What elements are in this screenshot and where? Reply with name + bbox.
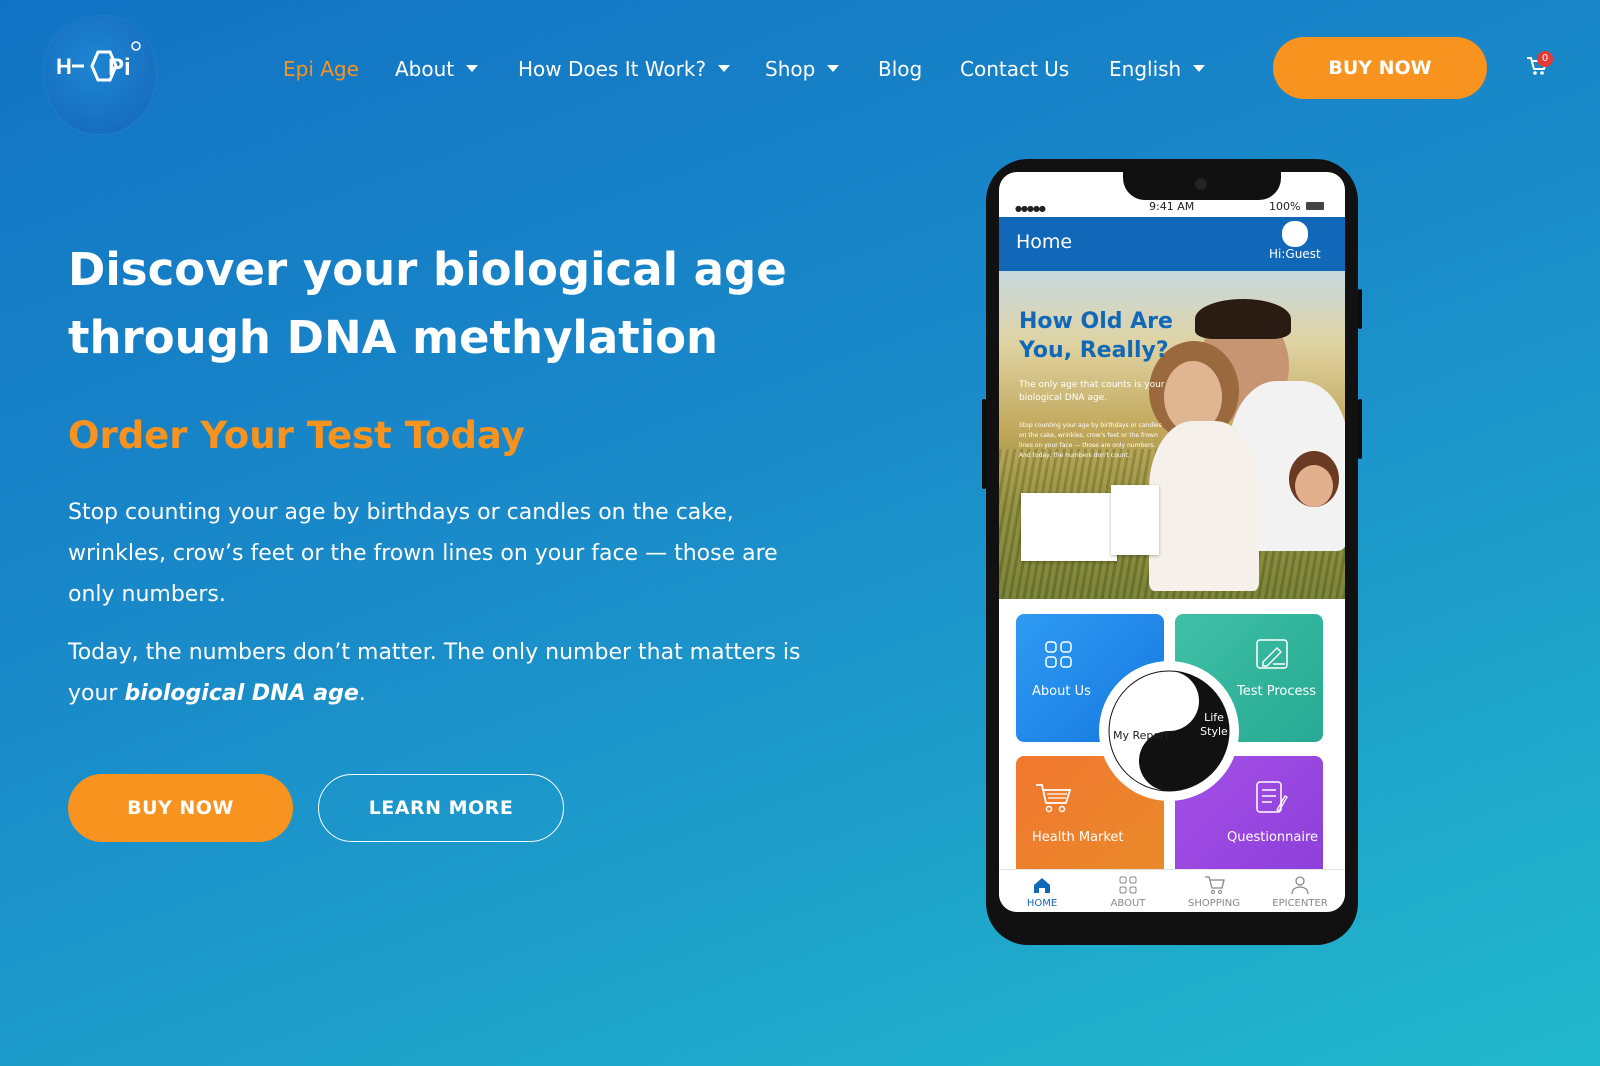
- grid-icon: [1119, 876, 1137, 894]
- hero-paragraph-1: Stop counting your age by birthdays or c…: [68, 500, 778, 607]
- tile-test-process-label: Test Process: [1237, 684, 1317, 699]
- guest-label: Hi:Guest: [1269, 247, 1321, 261]
- hero-subtitle: Order Your Test Today: [68, 414, 525, 457]
- phone-notch: [1123, 172, 1281, 200]
- banner-title: How Old Are You, Really?: [1019, 309, 1173, 363]
- nav-language[interactable]: English: [1109, 50, 1206, 88]
- my-report-label: My Report: [1113, 729, 1169, 742]
- life-style-label: Life Style: [1200, 711, 1228, 738]
- tab-epicenter[interactable]: EPICENTER: [1257, 870, 1343, 912]
- hero-buy-now-button[interactable]: BUY NOW: [68, 774, 293, 842]
- site-logo[interactable]: H Pi: [44, 16, 156, 134]
- user-avatar-icon[interactable]: [1282, 221, 1308, 247]
- hero-learn-more-button[interactable]: LEARN MORE: [318, 774, 564, 842]
- nav-how-it-works[interactable]: How Does It Work?: [518, 50, 731, 88]
- biological-dna-age-emphasis: biological DNA age: [124, 681, 359, 706]
- nav-contact-us[interactable]: Contact Us: [960, 50, 1069, 88]
- report-document-image: [1111, 485, 1159, 555]
- phone-screen: ●●●●● 9:41 AM 100% Home Hi:Guest How Old…: [999, 172, 1345, 912]
- chevron-down-icon: [718, 65, 731, 72]
- battery-icon: [1306, 202, 1324, 210]
- tile-about-us-label: About Us: [1032, 684, 1091, 699]
- nav-blog[interactable]: Blog: [878, 50, 922, 88]
- my-report-lifestyle-center[interactable]: My Report Life Style: [1099, 661, 1239, 801]
- banner-subtitle: The only age that counts is your biologi…: [1019, 380, 1165, 403]
- app-title: Home: [1016, 231, 1073, 253]
- hero-title: Discover your biological age through DNA…: [68, 243, 787, 364]
- banner-body: Stop counting your age by birthdays or c…: [1019, 422, 1162, 459]
- grid-icon: [1045, 641, 1072, 668]
- signal-icon: ●●●●●: [1015, 204, 1046, 213]
- phone-side-button: [1358, 399, 1362, 459]
- app-tile-grid: About Us Test Process Health Market Ques…: [999, 599, 1345, 884]
- cart-count-badge: 0: [1537, 51, 1553, 67]
- app-tab-bar: HOME ABOUT SHOPPING EPICENTER: [999, 869, 1345, 912]
- svg-text:H: H: [56, 54, 72, 79]
- questionnaire-icon: [1256, 781, 1288, 813]
- report-document-image: [1021, 493, 1117, 561]
- chevron-down-icon: [827, 65, 840, 72]
- tab-about[interactable]: ABOUT: [1085, 870, 1171, 912]
- hero-paragraph-2: Today, the numbers don’t matter. The onl…: [68, 640, 801, 706]
- status-time: 9:41 AM: [1149, 200, 1195, 213]
- user-icon: [1291, 876, 1309, 895]
- shopping-cart-icon: [1036, 784, 1072, 813]
- tile-health-market-label: Health Market: [1032, 830, 1124, 845]
- tab-shopping[interactable]: SHOPPING: [1171, 870, 1257, 912]
- child-face: [1295, 465, 1333, 507]
- chevron-down-icon: [1193, 65, 1206, 72]
- nav-shop[interactable]: Shop: [765, 50, 840, 88]
- phone-volume-button: [982, 399, 986, 489]
- nav-epi-age[interactable]: Epi Age: [283, 50, 359, 88]
- app-banner[interactable]: How Old Are You, Really? The only age th…: [999, 271, 1345, 599]
- chevron-down-icon: [466, 65, 479, 72]
- dna-hexagon-logo-icon: H Pi: [56, 41, 141, 82]
- status-battery: 100%: [1269, 200, 1301, 213]
- cart-icon: [1205, 876, 1225, 894]
- svg-text:Pi: Pi: [108, 54, 131, 81]
- phone-mockup: ●●●●● 9:41 AM 100% Home Hi:Guest How Old…: [982, 159, 1362, 945]
- home-icon: [1034, 878, 1050, 893]
- edit-document-icon: [1256, 639, 1288, 669]
- header-buy-now-button[interactable]: BUY NOW: [1273, 37, 1487, 99]
- tab-home[interactable]: HOME: [999, 870, 1085, 912]
- nav-about[interactable]: About: [395, 50, 479, 88]
- phone-side-button: [1358, 289, 1362, 329]
- tile-questionnaire-label: Questionnaire: [1227, 830, 1319, 845]
- app-bar: Home Hi:Guest: [999, 217, 1345, 271]
